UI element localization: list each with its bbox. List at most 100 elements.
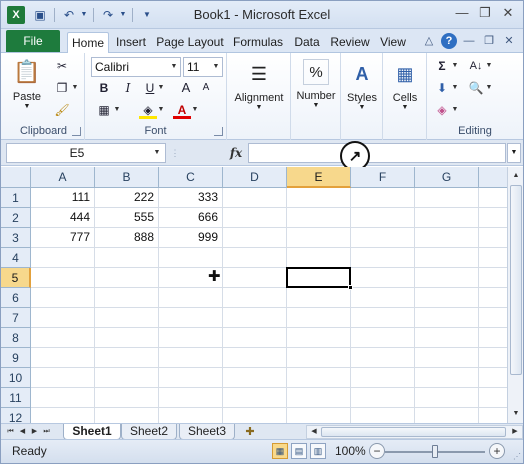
- grid-cell[interactable]: [415, 328, 479, 348]
- close-button[interactable]: ✕: [497, 4, 519, 22]
- alignment-button[interactable]: ☰ Alignment ▼: [229, 59, 289, 112]
- row-header-7[interactable]: 7: [1, 308, 31, 328]
- grid-cell[interactable]: [479, 228, 507, 248]
- row-header-1[interactable]: 1: [1, 188, 31, 208]
- active-cell-e5[interactable]: [286, 267, 351, 288]
- grid-cell[interactable]: [31, 308, 95, 328]
- cell-b1[interactable]: 222: [95, 188, 159, 208]
- grid-cell[interactable]: [159, 408, 223, 423]
- grid-cell[interactable]: [223, 408, 287, 423]
- grid-cell[interactable]: [159, 348, 223, 368]
- undo-dropdown-icon[interactable]: ▼: [80, 6, 88, 24]
- grid-cell[interactable]: [223, 288, 287, 308]
- grid-cell[interactable]: [351, 208, 415, 228]
- row-header-5[interactable]: 5: [1, 268, 31, 288]
- name-box-dropdown-icon[interactable]: ▼: [151, 144, 163, 162]
- clear-dropdown-icon[interactable]: ▼: [451, 101, 459, 119]
- grid-cell[interactable]: [287, 248, 351, 268]
- grid-cell[interactable]: [351, 328, 415, 348]
- grid-cell[interactable]: [479, 408, 507, 423]
- undo-icon[interactable]: ↶: [60, 6, 78, 24]
- borders-dropdown-icon[interactable]: ▼: [113, 101, 121, 119]
- grid-cell[interactable]: [31, 408, 95, 423]
- horizontal-scrollbar[interactable]: ◀ ▶: [306, 425, 523, 439]
- vertical-scroll-thumb[interactable]: [510, 185, 522, 375]
- grid-cell[interactable]: [95, 388, 159, 408]
- cell-a1[interactable]: 111: [31, 188, 95, 208]
- grid-cell[interactable]: [31, 388, 95, 408]
- font-size-combo[interactable]: 11 ▼: [183, 57, 223, 77]
- grid-cell[interactable]: [351, 408, 415, 423]
- doc-minimize-icon[interactable]: —: [461, 33, 477, 49]
- column-header-c[interactable]: C: [159, 167, 223, 188]
- cells-button[interactable]: ▦ Cells ▼: [383, 59, 427, 112]
- fill-color-dropdown-icon[interactable]: ▼: [157, 101, 165, 119]
- column-header-h[interactable]: [479, 167, 507, 188]
- grid-cell[interactable]: [287, 388, 351, 408]
- autosum-dropdown-icon[interactable]: ▼: [451, 57, 459, 75]
- grid-cell[interactable]: [415, 288, 479, 308]
- cell-b3[interactable]: 888: [95, 228, 159, 248]
- cell-c3[interactable]: 999: [159, 228, 223, 248]
- font-name-dropdown-icon[interactable]: ▼: [168, 58, 180, 76]
- zoom-out-icon[interactable]: −: [369, 443, 385, 459]
- tab-formulas[interactable]: Formulas: [230, 32, 286, 53]
- grid-cell[interactable]: [479, 208, 507, 228]
- row-header-10[interactable]: 10: [1, 368, 31, 388]
- worksheet-grid[interactable]: A B C D E F G 1 2 3 4 5 6 7 8 9 10 11 12…: [1, 167, 507, 423]
- grid-cell[interactable]: [95, 268, 159, 288]
- number-button[interactable]: % Number ▼: [291, 59, 341, 109]
- sheet-tab-sheet1[interactable]: Sheet1: [63, 424, 121, 440]
- bold-button[interactable]: B: [95, 79, 113, 97]
- scroll-left-icon[interactable]: ◀: [308, 426, 320, 438]
- grid-cell[interactable]: [31, 268, 95, 288]
- scroll-up-icon[interactable]: ▲: [509, 169, 523, 183]
- grid-cell[interactable]: [351, 388, 415, 408]
- sort-filter-dropdown-icon[interactable]: ▼: [485, 57, 493, 75]
- grow-font-button[interactable]: A: [177, 79, 195, 97]
- find-select-dropdown-icon[interactable]: ▼: [485, 79, 493, 97]
- row-header-4[interactable]: 4: [1, 248, 31, 268]
- zoom-level[interactable]: 100%: [335, 444, 366, 458]
- save-icon[interactable]: ▣: [31, 6, 49, 24]
- grid-cell[interactable]: [95, 408, 159, 423]
- grid-cell[interactable]: [223, 188, 287, 208]
- grid-cell[interactable]: [31, 248, 95, 268]
- grid-cell[interactable]: [95, 368, 159, 388]
- format-painter-icon[interactable]: 🖌: [53, 101, 71, 119]
- paste-button[interactable]: 📋 Paste ▼: [7, 57, 47, 110]
- help-icon[interactable]: ?: [441, 33, 457, 49]
- grid-cell[interactable]: [351, 308, 415, 328]
- grid-cell[interactable]: [287, 368, 351, 388]
- cell-c1[interactable]: 333: [159, 188, 223, 208]
- tab-insert[interactable]: Insert: [111, 32, 151, 53]
- column-header-b[interactable]: B: [95, 167, 159, 188]
- expand-formula-bar-icon[interactable]: ▼: [507, 143, 521, 163]
- grid-cell[interactable]: [351, 228, 415, 248]
- horizontal-scroll-thumb[interactable]: [321, 427, 506, 437]
- grid-cell[interactable]: [415, 188, 479, 208]
- column-header-f[interactable]: F: [351, 167, 415, 188]
- copy-icon[interactable]: ❐: [53, 79, 71, 97]
- scroll-down-icon[interactable]: ▼: [509, 407, 523, 421]
- formula-input[interactable]: [248, 143, 506, 163]
- select-all-button[interactable]: [1, 167, 31, 188]
- grid-cell[interactable]: [159, 388, 223, 408]
- tab-file[interactable]: File: [6, 30, 60, 52]
- grid-cell[interactable]: [159, 248, 223, 268]
- grid-cell[interactable]: [415, 208, 479, 228]
- column-header-a[interactable]: A: [31, 167, 95, 188]
- grid-cell[interactable]: [223, 268, 287, 288]
- grid-cell[interactable]: [223, 388, 287, 408]
- redo-icon[interactable]: ↷: [99, 6, 117, 24]
- grid-cell[interactable]: [479, 248, 507, 268]
- minimize-button[interactable]: —: [451, 4, 473, 22]
- grid-cell[interactable]: [287, 408, 351, 423]
- doc-close-icon[interactable]: ✕: [501, 33, 517, 49]
- sheet-tab-sheet2[interactable]: Sheet2: [121, 424, 177, 440]
- grid-cell[interactable]: [223, 208, 287, 228]
- insert-function-button[interactable]: fx: [226, 143, 246, 163]
- sheet-tab-sheet3[interactable]: Sheet3: [179, 424, 235, 440]
- minimize-ribbon-icon[interactable]: △: [421, 33, 437, 49]
- fill-down-icon[interactable]: ⬇: [433, 79, 451, 97]
